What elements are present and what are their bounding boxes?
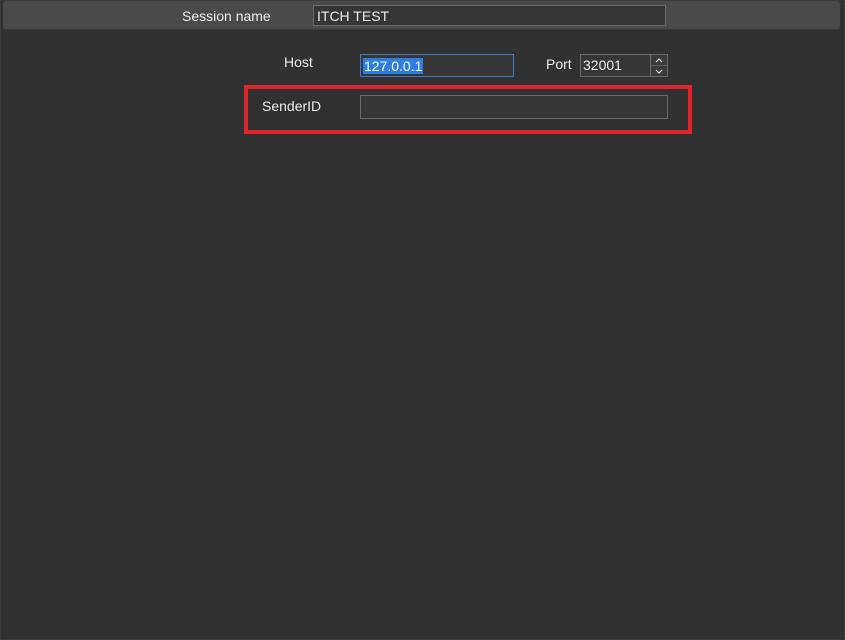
senderid-label: SenderID [262,98,322,114]
senderid-input[interactable] [360,95,668,119]
port-spinbox[interactable]: 32001 [580,54,668,77]
session-name-input[interactable]: ITCH TEST [313,5,666,26]
port-value[interactable]: 32001 [583,57,622,73]
port-decrement-button[interactable] [651,66,667,76]
session-name-label: Session name [182,8,271,24]
port-spin-buttons [650,55,667,76]
host-label: Host [284,54,313,70]
host-value-selected: 127.0.0.1 [363,58,424,74]
host-input[interactable]: 127.0.0.1 [360,54,514,77]
chevron-down-icon [655,69,663,74]
chevron-up-icon [655,57,663,62]
port-label: Port [546,56,572,72]
port-increment-button[interactable] [651,55,667,66]
